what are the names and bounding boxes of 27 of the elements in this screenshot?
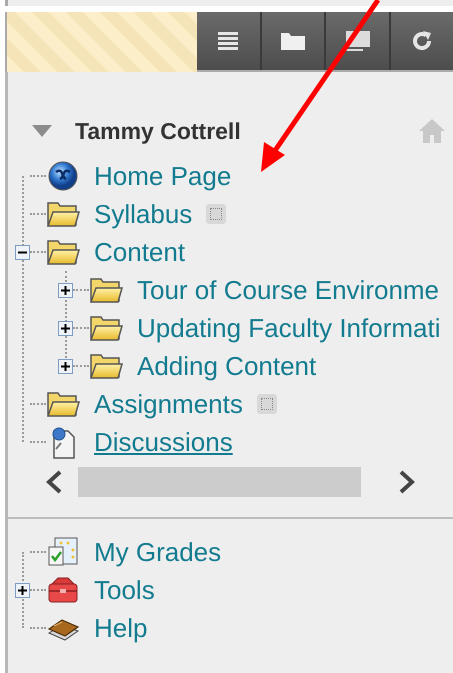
scroll-left-icon[interactable] xyxy=(44,470,64,494)
menu-link[interactable]: Help xyxy=(94,612,148,644)
options-icon[interactable] xyxy=(256,394,277,414)
expand-toggle-icon[interactable] xyxy=(58,320,73,336)
menu-link[interactable]: Content xyxy=(94,236,186,268)
globe-icon xyxy=(47,160,79,192)
folder-icon xyxy=(280,30,306,52)
options-icon[interactable] xyxy=(206,204,226,224)
collapse-toggle-icon[interactable] xyxy=(15,244,30,260)
menu-link[interactable]: Updating Faculty Informati xyxy=(137,312,440,344)
course-title: Tammy Cottrell xyxy=(75,118,241,144)
gradebook-icon xyxy=(47,536,79,568)
menu-link[interactable]: Home Page xyxy=(94,160,232,192)
menu-link[interactable]: Adding Content xyxy=(137,350,316,382)
menu-link[interactable]: Discussions xyxy=(94,426,233,458)
list-icon xyxy=(217,30,240,52)
scroll-right-icon[interactable] xyxy=(397,470,417,494)
menu-link[interactable]: Syllabus xyxy=(94,198,192,230)
expand-toggle-icon[interactable] xyxy=(15,582,30,598)
expand-toggle-icon[interactable] xyxy=(58,282,73,298)
menu-link[interactable]: Tour of Course Environme xyxy=(137,274,440,306)
menu-link[interactable]: Tools xyxy=(94,574,155,606)
collapse-triangle-icon[interactable] xyxy=(32,125,52,137)
expand-toggle-icon[interactable] xyxy=(58,358,73,374)
menu-link[interactable]: Assignments xyxy=(94,388,243,420)
menu-link[interactable]: My Grades xyxy=(94,536,222,568)
scrollbar-thumb[interactable] xyxy=(78,467,361,497)
